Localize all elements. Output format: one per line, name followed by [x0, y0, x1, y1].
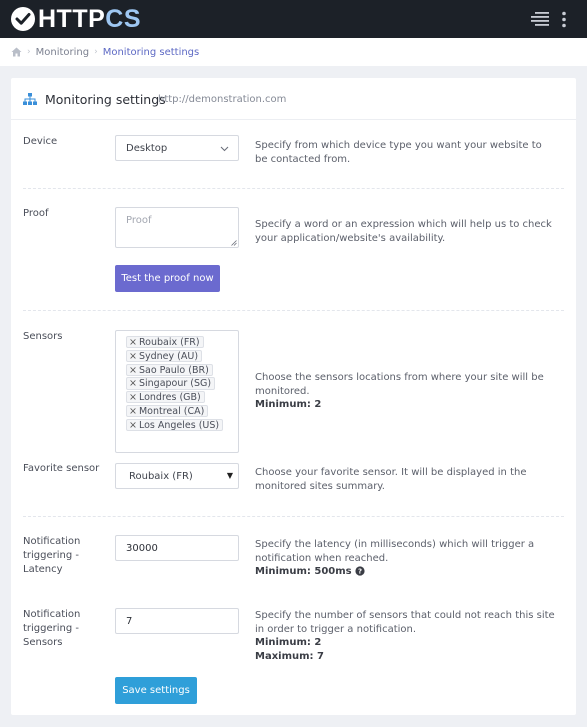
sensor-tag[interactable]: × Los Angeles (US)	[126, 418, 224, 432]
device-label: Device	[23, 136, 58, 147]
proof-label: Proof	[23, 208, 49, 219]
card-header: Monitoring settings http://demonstration…	[11, 78, 576, 120]
sensors-trigger-input[interactable]: 7	[115, 608, 239, 634]
remove-icon[interactable]: ×	[129, 406, 137, 417]
device-select[interactable]: Desktop	[115, 135, 239, 161]
sensor-tag[interactable]: × Singapour (SG)	[126, 377, 216, 390]
help-circle-icon[interactable]: ?	[355, 566, 365, 576]
sensors-multiselect[interactable]: × Roubaix (FR) × Sydney (AU) × Sao Paulo (B…	[115, 330, 239, 453]
latency-help: Specify the latency (in milliseconds) wh…	[255, 538, 555, 579]
home-icon[interactable]	[11, 47, 22, 57]
device-help: Specify from which device type you want …	[255, 140, 542, 165]
sensor-tag[interactable]: × Londres (GB)	[126, 391, 205, 404]
remove-icon[interactable]: ×	[129, 392, 137, 403]
sensors-label: Sensors	[23, 331, 63, 342]
menu-icon[interactable]	[529, 11, 549, 27]
remove-icon[interactable]: ×	[129, 365, 137, 376]
proof-help: Specify a word or an expression which wi…	[255, 219, 552, 244]
site-url: http://demonstration.com	[158, 94, 287, 105]
favorite-sensor-select[interactable]: Roubaix (FR) ▼	[115, 463, 239, 489]
remove-icon[interactable]: ×	[129, 378, 137, 389]
save-settings-button[interactable]: Save settings	[115, 677, 197, 704]
device-select-value: Desktop	[126, 142, 168, 154]
breadcrumb-monitoring-settings[interactable]: Monitoring settings	[103, 47, 200, 58]
svg-text:?: ?	[358, 568, 362, 576]
latency-input[interactable]: 30000	[115, 535, 239, 561]
sensors-trigger-maximum: Maximum: 7	[255, 650, 324, 662]
top-bar: HTTPCS	[0, 0, 587, 38]
resize-handle-icon[interactable]	[231, 240, 237, 246]
sensors-trigger-minimum: Minimum: 2	[255, 637, 322, 648]
settings-card: Monitoring settings http://demonstration…	[11, 78, 576, 715]
sensor-tag[interactable]: × Roubaix (FR)	[126, 336, 204, 349]
page-title: Monitoring settings	[45, 92, 166, 107]
divider	[23, 516, 564, 517]
favorite-sensor-label: Favorite sensor	[23, 463, 100, 474]
latency-help-text: Specify the latency (in milliseconds) wh…	[255, 539, 535, 564]
divider	[23, 310, 564, 311]
breadcrumb-monitoring[interactable]: Monitoring	[36, 47, 89, 58]
sensor-tag[interactable]: × Montreal (CA)	[126, 404, 209, 418]
remove-icon[interactable]: ×	[129, 337, 137, 348]
latency-minimum: Minimum: 500ms ?	[255, 565, 555, 579]
latency-label: Notification triggering - Latency	[23, 536, 81, 575]
divider	[23, 188, 564, 189]
favorite-sensor-help: Choose your favorite sensor. It will be …	[255, 467, 527, 492]
favorite-sensor-value: Roubaix (FR)	[129, 470, 193, 482]
breadcrumb-separator: ›	[94, 47, 98, 57]
check-badge-icon	[11, 7, 35, 31]
remove-icon[interactable]: ×	[129, 420, 137, 431]
sensor-tag[interactable]: × Sao Paulo (BR)	[126, 363, 213, 376]
test-proof-button[interactable]: Test the proof now	[115, 265, 220, 292]
sensors-help: Choose the sensors locations from where …	[255, 371, 555, 412]
chevron-down-icon	[220, 146, 229, 152]
brand-logo[interactable]: HTTPCS	[11, 5, 142, 33]
remove-icon[interactable]: ×	[129, 351, 137, 362]
sensors-help-text: Choose the sensors locations from where …	[255, 372, 544, 397]
more-options-icon[interactable]	[561, 11, 567, 28]
sitemap-icon	[23, 93, 37, 105]
proof-textarea[interactable]: Proof	[115, 207, 239, 248]
brand-name: HTTPCS	[38, 5, 142, 33]
sensors-trigger-help-text: Specify the number of sensors that could…	[255, 610, 555, 635]
breadcrumb-separator: ›	[27, 47, 31, 57]
breadcrumb: › Monitoring › Monitoring settings	[0, 38, 587, 66]
sensors-trigger-label: Notification triggering - Sensors	[23, 609, 81, 648]
caret-down-icon: ▼	[226, 471, 233, 480]
sensors-minimum: Minimum: 2	[255, 399, 322, 410]
proof-placeholder: Proof	[126, 215, 152, 226]
sensors-trigger-help: Specify the number of sensors that could…	[255, 609, 555, 663]
sensor-tag[interactable]: × Sydney (AU)	[126, 349, 203, 363]
